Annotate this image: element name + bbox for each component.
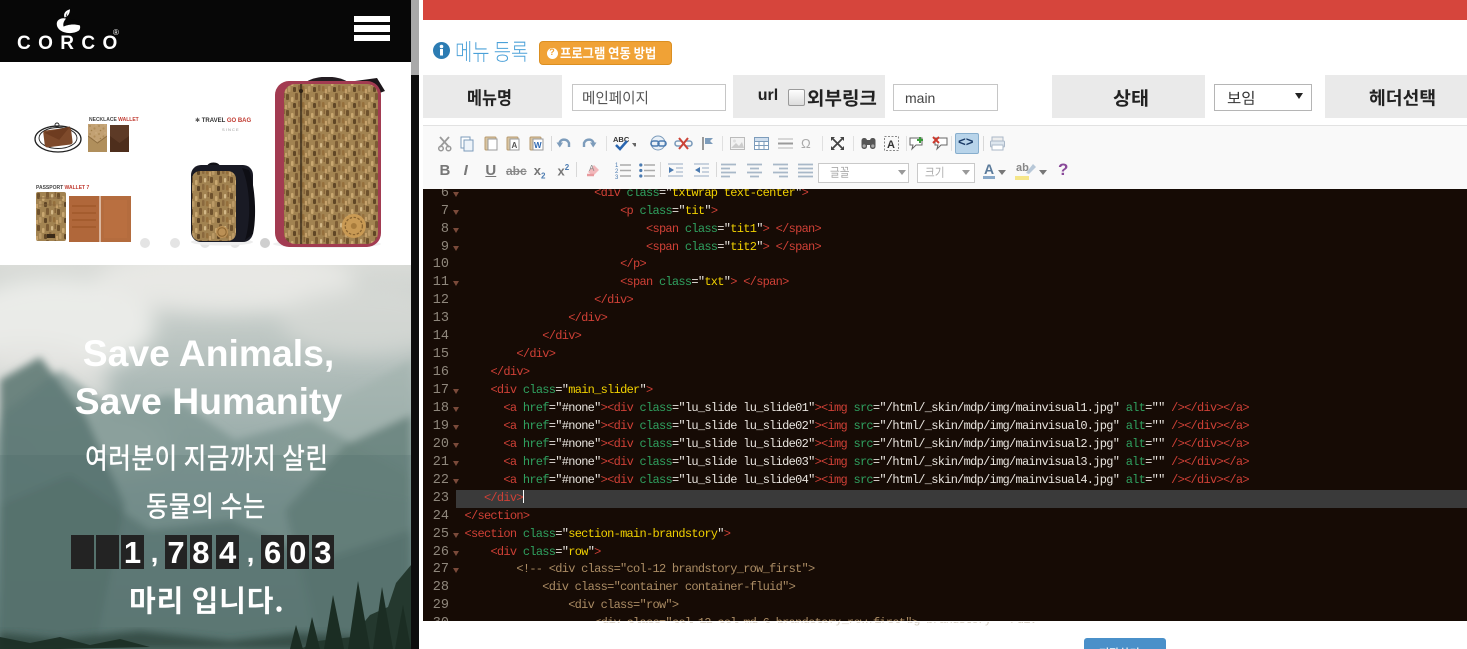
svg-text:W: W xyxy=(534,141,542,150)
svg-text:ABC: ABC xyxy=(613,135,630,144)
svg-text:A: A xyxy=(512,141,518,150)
svg-text:A: A xyxy=(887,139,895,151)
svg-text:A: A xyxy=(589,164,595,173)
svg-text:3: 3 xyxy=(615,175,619,179)
svg-text:Ω: Ω xyxy=(801,136,811,151)
